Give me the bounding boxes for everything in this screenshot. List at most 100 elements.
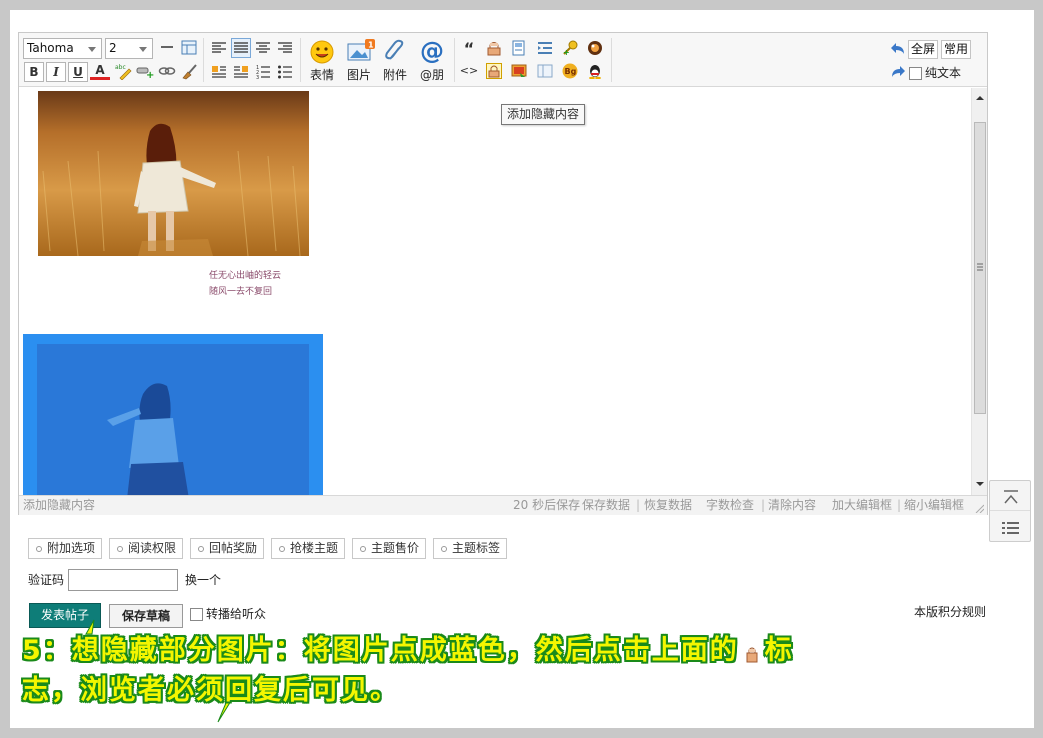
image-count-badge: 1: [368, 41, 374, 50]
font-size-select[interactable]: 2: [105, 38, 153, 59]
hide-content-button-active[interactable]: [486, 63, 502, 79]
broadcast-label: 转播给听众: [206, 607, 267, 621]
resize-grip-icon[interactable]: [974, 503, 984, 513]
clear-content-link[interactable]: 清除内容: [768, 496, 816, 515]
underline-button[interactable]: U: [68, 62, 88, 82]
option-floor-grab[interactable]: 抢楼主题: [271, 538, 346, 559]
annotation-text-1a: 5：想隐藏部分图片：将图片点成蓝色，然后点击上面的: [22, 635, 739, 666]
align-justify-button[interactable]: [231, 38, 251, 58]
divider: |: [761, 498, 766, 512]
font-color-button[interactable]: A: [90, 62, 110, 80]
indent-icon[interactable]: [537, 40, 553, 56]
divider: |: [897, 498, 902, 512]
attachment-label: 附件: [382, 68, 407, 82]
back-to-top-button[interactable]: [990, 481, 1030, 511]
align-left-button[interactable]: [209, 38, 229, 58]
align-left-icon: [212, 42, 226, 53]
hide-content-icon[interactable]: [486, 40, 502, 56]
flash-media-icon[interactable]: [587, 40, 603, 56]
quote-button[interactable]: “: [459, 38, 479, 58]
selected-photo-highlighted[interactable]: [23, 334, 323, 495]
statusbar-hint: 添加隐藏内容: [23, 498, 96, 512]
fullscreen-button[interactable]: 全屏: [908, 40, 939, 59]
svg-text:+: +: [146, 70, 154, 80]
tooltip: 添加隐藏内容: [501, 104, 586, 125]
unordered-list-button[interactable]: [275, 62, 295, 82]
scrollbar-thumb[interactable]: [974, 122, 986, 414]
table-button[interactable]: [179, 38, 199, 58]
insert-link-button[interactable]: +: [135, 62, 155, 82]
table-icon: [181, 40, 197, 55]
poem-text: 任无心出岫的轻云 随风一去不复回: [209, 268, 281, 300]
chevron-down-icon: [88, 47, 96, 52]
align-center-button[interactable]: [253, 38, 273, 58]
captcha-input[interactable]: [68, 569, 178, 591]
font-family-select[interactable]: Tahoma: [23, 38, 102, 59]
float-left-icon: [212, 66, 226, 78]
enlarge-editor-link[interactable]: 加大编辑框: [832, 496, 892, 515]
save-draft-button[interactable]: 保存草稿: [109, 604, 183, 628]
grip-icon: [977, 263, 983, 271]
insert-media-icon[interactable]: [511, 63, 527, 79]
common-toolbar-button[interactable]: 常用: [941, 40, 972, 59]
bg-music-icon[interactable]: Bg: [562, 63, 578, 79]
option-thread-price[interactable]: 主题售价: [352, 538, 427, 559]
bold-button[interactable]: B: [24, 62, 44, 82]
undo-icon[interactable]: [890, 42, 906, 58]
save-data-link[interactable]: 保存数据: [582, 496, 630, 515]
at-sign-icon: @: [420, 37, 444, 65]
list-view-button[interactable]: [990, 512, 1030, 542]
image-icon: 1: [346, 39, 375, 63]
free-content-icon[interactable]: [511, 40, 527, 56]
float-left-button[interactable]: [209, 62, 229, 82]
highlight-button[interactable]: abc: [113, 62, 133, 82]
code-button[interactable]: <>: [459, 62, 479, 82]
toolbar-separator: [611, 38, 612, 82]
image-button[interactable]: 1 图片: [341, 39, 377, 83]
shrink-editor-link[interactable]: 缩小编辑框: [904, 496, 964, 515]
mention-button[interactable]: @ @朋: [414, 39, 450, 83]
attachment-button[interactable]: 附件: [377, 39, 413, 83]
captcha-change-link[interactable]: 换一个: [185, 572, 221, 588]
brush-icon: [182, 64, 197, 80]
restore-data-link[interactable]: 恢复数据: [644, 496, 692, 515]
highlighter-icon: abc: [115, 64, 132, 81]
ordered-list-button[interactable]: 123: [253, 62, 273, 82]
photo-girl-in-wheat-field[interactable]: [38, 91, 309, 256]
align-right-button[interactable]: [275, 38, 295, 58]
image-label: 图片: [346, 68, 371, 82]
svg-text:3: 3: [256, 75, 259, 79]
toolbar-separator: [454, 38, 455, 82]
layout-box-icon[interactable]: [537, 63, 553, 79]
float-right-icon: [234, 66, 248, 78]
clear-format-button[interactable]: [179, 62, 199, 82]
lock-icon: [740, 640, 763, 663]
redo-icon[interactable]: [890, 65, 906, 81]
italic-button[interactable]: I: [46, 62, 66, 82]
word-count-link[interactable]: 字数检查: [706, 496, 754, 515]
emoji-button[interactable]: 表情: [304, 39, 340, 83]
option-thread-tags[interactable]: 主题标签: [433, 538, 508, 559]
remove-link-button[interactable]: [157, 62, 177, 82]
editor-scrollbar[interactable]: [971, 88, 987, 495]
align-justify-icon: [234, 42, 248, 53]
horizontal-rule-button[interactable]: [157, 38, 177, 58]
plaintext-checkbox[interactable]: [909, 67, 922, 80]
option-extra[interactable]: 附加选项: [28, 538, 103, 559]
scroll-down-icon[interactable]: [973, 478, 987, 490]
float-right-button[interactable]: [231, 62, 251, 82]
divider: |: [636, 498, 641, 512]
option-reply-reward[interactable]: 回帖奖励: [190, 538, 265, 559]
qq-icon[interactable]: [587, 63, 603, 80]
password-key-icon[interactable]: +: [562, 40, 578, 57]
captcha-label: 验证码: [28, 573, 65, 587]
paperclip-icon: [382, 39, 408, 63]
editor-content-area[interactable]: 任无心出岫的轻云 随风一去不复回: [19, 88, 971, 495]
annotation-text-1b: 标: [764, 635, 794, 666]
broadcast-checkbox[interactable]: [190, 608, 203, 621]
scroll-up-icon[interactable]: [973, 92, 987, 104]
annotation-line-1: 5：想隐藏部分图片：将图片点成蓝色，然后点击上面的标: [22, 628, 794, 667]
svg-text:+: +: [563, 48, 570, 56]
score-rules-link[interactable]: 本版积分规则: [914, 604, 986, 620]
option-read-permission[interactable]: 阅读权限: [109, 538, 184, 559]
